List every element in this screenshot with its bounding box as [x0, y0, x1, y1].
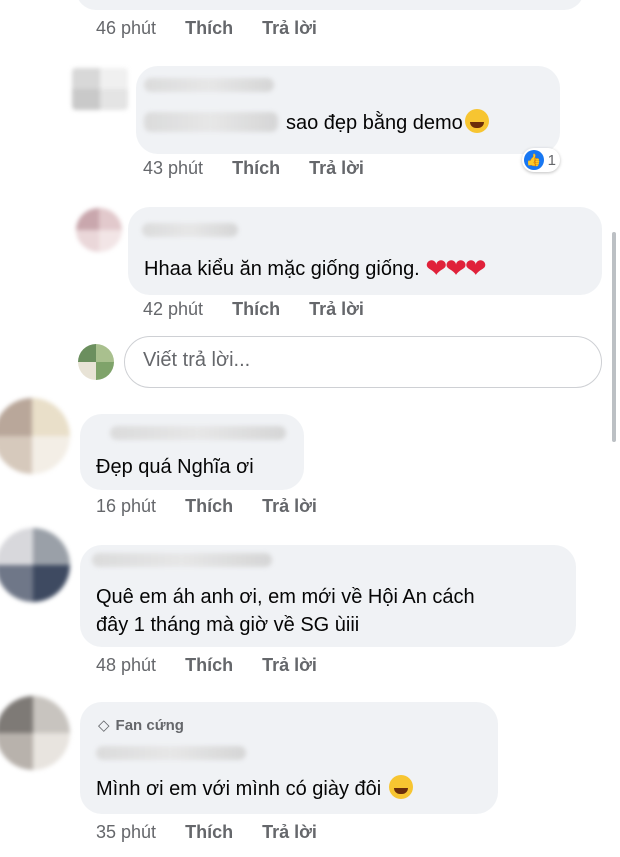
comment-text: Đẹp quá Nghĩa ơi	[96, 456, 254, 478]
comment-time: 46 phút	[96, 18, 157, 38]
mention-blurred[interactable]	[144, 112, 278, 132]
comment-bubble: sao đẹp bằng demo	[136, 66, 560, 154]
reply-placeholder: Viết trả lời...	[143, 349, 251, 371]
fan-badge[interactable]: ◇ Fan cứng	[98, 716, 184, 734]
like-link[interactable]: Thích	[185, 822, 233, 842]
comment-meta: 16 phút Thích Trả lời	[96, 496, 341, 517]
reply-link[interactable]: Trả lời	[262, 496, 317, 516]
comment-text: Mình ơi em với mình có giày đôi	[96, 774, 413, 804]
comment-text-content: Hhaa kiểu ăn mặc giống giống.	[144, 258, 420, 280]
reply-input[interactable]: Viết trả lời...	[124, 336, 602, 388]
reply-link[interactable]: Trả lời	[309, 299, 364, 319]
comment-text: sao đẹp bằng demo	[286, 108, 489, 138]
author-name-blurred[interactable]	[142, 223, 238, 237]
avatar[interactable]	[76, 208, 122, 252]
like-link[interactable]: Thích	[232, 158, 280, 178]
author-name-blurred[interactable]	[96, 746, 246, 760]
comment-bubble: ◇ Fan cứng Mình ơi em với mình có giày đô…	[80, 702, 498, 814]
comment-bubble-partial	[76, 0, 584, 10]
author-name-blurred[interactable]	[92, 553, 272, 567]
like-link[interactable]: Thích	[232, 299, 280, 319]
comment-meta: 42 phút Thích Trả lời	[143, 299, 388, 320]
comment-meta: 48 phút Thích Trả lời	[96, 655, 341, 676]
heart-emoji-icon: ❤❤❤	[425, 253, 486, 283]
comment-bubble: Quê em áh anh ơi, em mới về Hội An cách …	[80, 545, 576, 647]
reply-link[interactable]: Trả lời	[262, 822, 317, 842]
comment-time: 43 phút	[143, 158, 204, 178]
like-link[interactable]: Thích	[185, 655, 233, 675]
avatar[interactable]	[0, 528, 70, 602]
grinning-squinting-emoji-icon	[388, 775, 413, 799]
comment-meta: 35 phút Thích Trả lời	[96, 822, 341, 843]
comment-time: 35 phút	[96, 822, 157, 842]
reply-link[interactable]: Trả lời	[309, 158, 364, 178]
reaction-summary[interactable]: 👍 1	[522, 148, 560, 172]
like-reaction-icon: 👍	[524, 150, 544, 170]
author-name-blurred[interactable]	[144, 78, 274, 92]
author-name-blurred[interactable]	[110, 426, 286, 440]
avatar[interactable]	[0, 398, 70, 474]
comment-bubble: Hhaa kiểu ăn mặc giống giống. ❤❤❤	[128, 207, 602, 295]
current-user-avatar[interactable]	[78, 344, 114, 380]
like-link[interactable]: Thích	[185, 18, 233, 38]
comment-text-line: Quê em áh anh ơi, em mới về Hội An cách	[96, 586, 475, 608]
comment-meta: 46 phút Thích Trả lời	[96, 18, 341, 39]
comment-meta: 43 phút Thích Trả lời	[143, 158, 388, 179]
diamond-icon: ◇	[98, 717, 110, 734]
reply-link[interactable]: Trả lời	[262, 18, 317, 38]
comment-text-content: sao đẹp bằng demo	[286, 112, 463, 134]
comment-time: 16 phút	[96, 496, 157, 516]
reaction-count: 1	[547, 151, 556, 169]
avatar[interactable]	[72, 68, 128, 110]
comment-bubble: Đẹp quá Nghĩa ơi	[80, 414, 304, 490]
fan-badge-label: Fan cứng	[115, 717, 184, 734]
like-link[interactable]: Thích	[185, 496, 233, 516]
avatar[interactable]	[0, 696, 70, 770]
comment-text-content: Mình ơi em với mình có giày đôi	[96, 778, 382, 800]
comment-time: 42 phút	[143, 299, 204, 319]
comment-time: 48 phút	[96, 655, 157, 675]
rolling-laughing-emoji-icon	[464, 109, 489, 133]
comment-text-line: đây 1 tháng mà giờ về SG ùiii	[96, 614, 360, 636]
reply-link[interactable]: Trả lời	[262, 655, 317, 675]
comment-text: Hhaa kiểu ăn mặc giống giống. ❤❤❤	[144, 253, 487, 284]
scrollbar[interactable]	[612, 232, 616, 442]
